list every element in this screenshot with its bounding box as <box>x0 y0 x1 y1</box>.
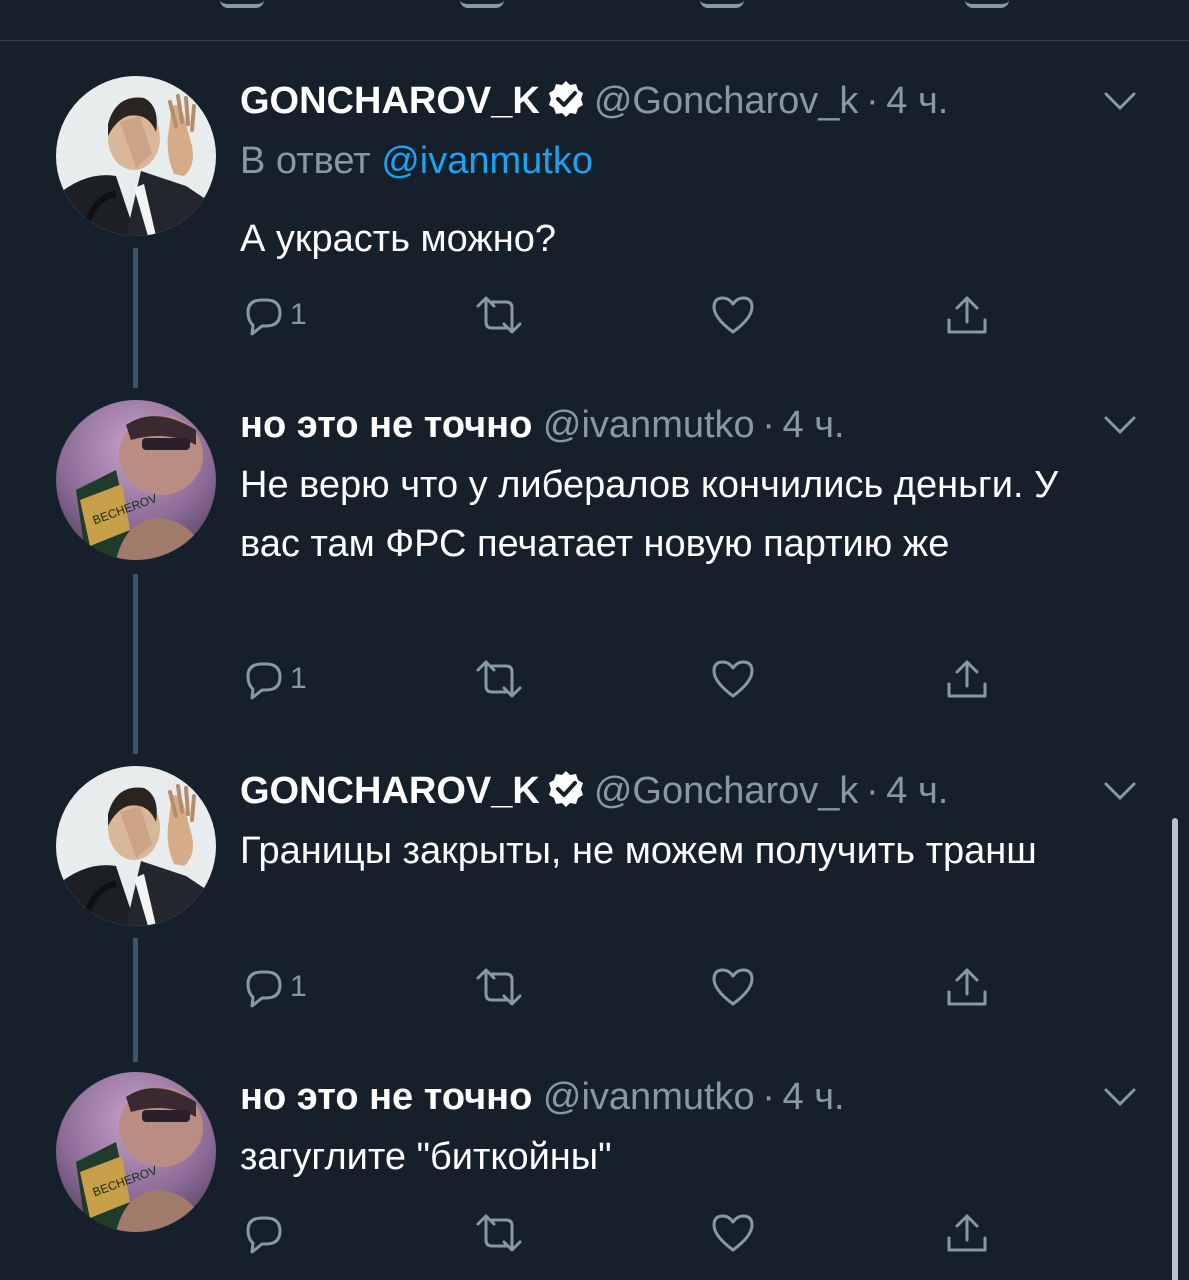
like-button[interactable] <box>710 290 756 340</box>
reply-count: 1 <box>290 662 307 695</box>
timestamp[interactable]: 4 ч. <box>886 80 948 122</box>
retweet-button[interactable] <box>472 1208 526 1258</box>
share-icon <box>947 1214 987 1252</box>
tweet-text: А украсть можно? <box>240 218 557 260</box>
share-button[interactable] <box>944 290 990 340</box>
reply-button[interactable]: 1 <box>240 962 307 1012</box>
scrollbar[interactable] <box>1172 818 1178 1280</box>
tweet-actions: 1 <box>240 962 1040 1012</box>
avatar[interactable]: BECHEROV <box>56 1072 216 1232</box>
reply-icon[interactable] <box>220 0 264 8</box>
tweet-header: GONCHAROV_K @Goncharov_k · 4 ч. <box>240 768 948 814</box>
tweet-actions: 1 <box>240 290 1040 340</box>
tweet-text: Границы закрыты, не можем получить транш <box>240 830 1037 872</box>
timestamp[interactable]: 4 ч. <box>783 1076 845 1118</box>
previous-tweet-actions <box>0 0 1189 40</box>
timestamp[interactable]: 4 ч. <box>886 770 948 812</box>
avatar[interactable] <box>56 76 216 236</box>
reply-button[interactable] <box>240 1208 290 1258</box>
reply-count: 1 <box>290 970 307 1003</box>
avatar-goncharov-image <box>56 76 216 236</box>
heart-icon <box>712 1214 754 1252</box>
separator: · <box>754 1076 783 1118</box>
verified-badge-icon <box>548 81 583 117</box>
timestamp[interactable]: 4 ч. <box>783 404 845 446</box>
heart-icon <box>712 296 754 334</box>
speech-bubble-icon <box>246 1216 282 1254</box>
like-button[interactable] <box>710 962 756 1012</box>
share-button[interactable] <box>944 654 990 704</box>
tweet-actions: 1 <box>240 654 1040 704</box>
retweet-icon <box>476 1214 522 1252</box>
share-icon <box>947 296 987 334</box>
reply-context: В ответ @ivanmutko <box>240 138 593 184</box>
retweet-icon[interactable] <box>460 0 504 8</box>
retweet-icon <box>476 968 522 1006</box>
verified-badge-icon <box>548 771 583 807</box>
display-name[interactable]: GONCHAROV_K <box>240 770 540 812</box>
thread-connector <box>133 574 138 754</box>
share-button[interactable] <box>944 1208 990 1258</box>
retweet-icon <box>476 660 522 698</box>
separator: · <box>754 404 783 446</box>
tweet-header: но это не точно @ivanmutko · 4 ч. <box>240 1074 845 1120</box>
handle[interactable]: @ivanmutko <box>543 1076 755 1118</box>
chevron-down-icon[interactable] <box>1100 776 1140 806</box>
retweet-icon <box>476 296 522 334</box>
display-name[interactable]: GONCHAROV_K <box>240 80 540 122</box>
retweet-button[interactable] <box>472 290 526 340</box>
retweet-button[interactable] <box>472 654 526 704</box>
heart-icon <box>712 660 754 698</box>
like-button[interactable] <box>710 1208 756 1258</box>
retweet-button[interactable] <box>472 962 526 1012</box>
reply-prefix: В ответ <box>240 140 371 182</box>
reply-button[interactable]: 1 <box>240 654 307 704</box>
handle[interactable]: @Goncharov_k <box>594 770 859 812</box>
separator: · <box>858 80 887 122</box>
share-icon <box>947 660 987 698</box>
tweet-header: GONCHAROV_K @Goncharov_k · 4 ч. <box>240 78 948 124</box>
share-icon[interactable] <box>965 0 1009 8</box>
separator: · <box>858 770 887 812</box>
twitter-thread-screen: GONCHAROV_K @Goncharov_k · 4 ч. В ответ @… <box>0 0 1189 1280</box>
heart-icon <box>712 968 754 1006</box>
like-button[interactable] <box>710 654 756 704</box>
chevron-down-icon[interactable] <box>1100 410 1140 440</box>
share-button[interactable] <box>944 962 990 1012</box>
avatar-ivanmutko-image: BECHEROV <box>56 400 216 560</box>
tweet-header: но это не точно @ivanmutko · 4 ч. <box>240 402 845 448</box>
handle[interactable]: @Goncharov_k <box>594 80 859 122</box>
display-name[interactable]: но это не точно <box>240 1076 532 1118</box>
tweet-text: загуглите "биткойны" <box>240 1136 612 1178</box>
thread-connector <box>133 248 138 388</box>
avatar-ivanmutko-image: BECHEROV <box>56 1072 216 1232</box>
handle[interactable]: @ivanmutko <box>543 404 755 446</box>
avatar-goncharov-image <box>56 766 216 926</box>
thread-connector <box>133 938 138 1062</box>
tweet-actions <box>240 1208 1040 1258</box>
avatar[interactable]: BECHEROV <box>56 400 216 560</box>
chevron-down-icon[interactable] <box>1100 1082 1140 1112</box>
speech-bubble-icon <box>246 970 282 1008</box>
heart-icon[interactable] <box>700 0 744 8</box>
mention-link[interactable]: @ivanmutko <box>381 140 593 182</box>
reply-button[interactable]: 1 <box>240 290 307 340</box>
reply-count: 1 <box>290 298 307 331</box>
share-icon <box>947 968 987 1006</box>
divider <box>0 40 1189 41</box>
speech-bubble-icon <box>246 662 282 700</box>
speech-bubble-icon <box>246 298 282 336</box>
display-name[interactable]: но это не точно <box>240 404 532 446</box>
avatar[interactable] <box>56 766 216 926</box>
tweet-text: Не верю что у либералов кончились деньги… <box>240 464 1059 565</box>
chevron-down-icon[interactable] <box>1100 86 1140 116</box>
